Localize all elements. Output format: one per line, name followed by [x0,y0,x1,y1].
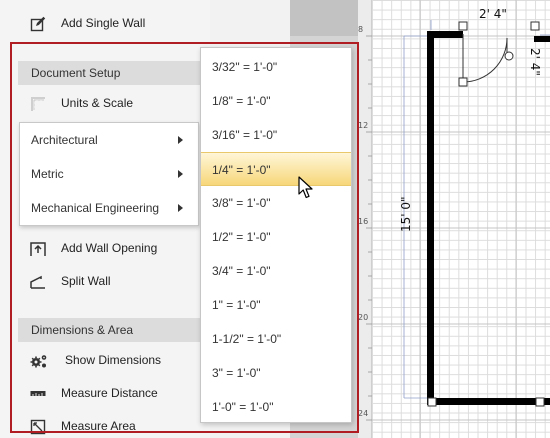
units-option-architectural[interactable]: Architectural [20,123,198,157]
scale-option-selected[interactable]: 1/4" = 1'-0" [201,152,351,186]
units-submenu: Architectural Metric Mechanical Engineer… [19,122,199,226]
gears-icon [30,355,47,368]
scale-option-label: 1-1/2" = 1'-0" [212,332,282,346]
right-dimension-label: 2' 4" [528,48,542,76]
dimensions-area-header: Dimensions & Area [18,318,200,342]
left-dimension-label: 15' 0" [399,196,413,232]
units-option-mechanical-engineering[interactable]: Mechanical Engineering [20,191,198,225]
units-option-label: Metric [31,167,64,181]
scale-option[interactable]: 1/2" = 1'-0" [201,220,351,254]
scale-option-label: 3/32" = 1'-0" [212,60,278,74]
add-single-wall-item[interactable]: Add Single Wall [0,11,200,35]
measure-distance-icon [30,391,46,396]
scale-option-label: 1'-0" = 1'-0" [212,400,274,414]
scale-option-label: 3/8" = 1'-0" [212,196,271,210]
scale-option[interactable]: 1-1/2" = 1'-0" [201,322,351,356]
submenu-arrow-icon [178,204,183,212]
units-option-label: Architectural [31,133,98,147]
add-wall-opening-label: Add Wall Opening [61,241,158,255]
units-option-metric[interactable]: Metric [20,157,198,191]
scale-option-label: 3/4" = 1'-0" [212,264,271,278]
scale-option[interactable]: 1/8" = 1'-0" [201,84,351,118]
scale-option[interactable]: 3" = 1'-0" [201,356,351,390]
measure-distance-label: Measure Distance [61,386,158,400]
ruler-corner-icon [31,97,45,111]
measure-area-item[interactable]: Measure Area [0,414,200,438]
scale-option[interactable]: 3/4" = 1'-0" [201,254,351,288]
dimensions-area-label: Dimensions & Area [31,323,134,337]
measure-area-label: Measure Area [61,419,136,433]
document-setup-header: Document Setup [18,61,200,85]
scale-option-label: 1/2" = 1'-0" [212,230,271,244]
add-wall-opening-item[interactable]: Add Wall Opening [0,236,200,260]
top-dimension-label: 2' 4" [479,7,507,21]
show-dimensions-item[interactable]: Show Dimensions [0,348,200,372]
scale-option[interactable]: 1'-0" = 1'-0" [201,390,351,424]
pencil-edit-icon [30,16,46,32]
scale-option-label: 1" = 1'-0" [212,298,261,312]
scale-option-label: 1/4" = 1'-0" [212,163,271,177]
submenu-arrow-icon [178,136,183,144]
scale-option[interactable]: 3/16" = 1'-0" [201,118,351,152]
split-wall-item[interactable]: Split Wall [0,269,200,293]
scale-option[interactable]: 1" = 1'-0" [201,288,351,322]
scale-option-label: 1/8" = 1'-0" [212,94,271,108]
scale-option[interactable]: 3/32" = 1'-0" [201,50,351,84]
show-dimensions-label: Show Dimensions [65,353,162,367]
add-single-wall-label: Add Single Wall [61,16,146,30]
scale-option[interactable]: 3/8" = 1'-0" [201,186,351,220]
canvas-margin-top [290,0,358,36]
floor-plan-drawing[interactable]: 2' 4" 2' 4" 15' 0" [358,0,550,438]
measure-distance-item[interactable]: Measure Distance [0,381,200,405]
units-scale-label: Units & Scale [61,96,134,110]
measure-area-icon [30,419,46,435]
wall-opening-icon [30,242,46,256]
scale-option-label: 3" = 1'-0" [212,366,261,380]
mouse-pointer-icon [298,176,313,199]
document-setup-label: Document Setup [31,66,121,80]
scale-option-label: 3/16" = 1'-0" [212,128,278,142]
submenu-arrow-icon [178,170,183,178]
units-scale-item[interactable]: Units & Scale [0,91,200,115]
split-wall-label: Split Wall [61,274,111,288]
scale-dropdown-menu: 3/32" = 1'-0" 1/8" = 1'-0" 3/16" = 1'-0"… [200,47,352,423]
units-option-label: Mechanical Engineering [31,201,160,215]
split-wall-icon [30,275,45,289]
